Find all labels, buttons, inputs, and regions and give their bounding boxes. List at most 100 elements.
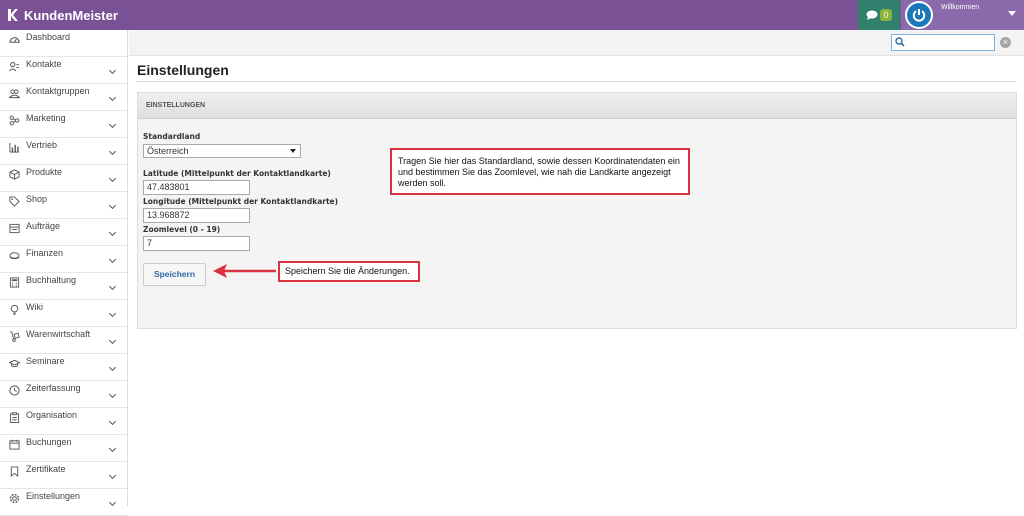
- annotation-arrow-icon: [213, 264, 276, 278]
- dashboard-icon: [9, 37, 20, 43]
- hand-truck-icon: [9, 331, 20, 342]
- chevron-down-icon[interactable]: [108, 390, 117, 399]
- sidebar-item-wiki[interactable]: Wiki: [0, 300, 127, 327]
- chevron-down-icon[interactable]: [108, 336, 117, 345]
- sidebar-item-label: Kontakte: [26, 59, 62, 69]
- sidebar-item-label: Shop: [26, 194, 48, 204]
- money-icon: [9, 252, 20, 260]
- sidebar: Dashboard Kontakte Kontaktgruppen Marketing…: [0, 30, 128, 516]
- chevron-down-icon[interactable]: [108, 201, 117, 210]
- sidebar-item-label: Zertifikate: [26, 464, 66, 474]
- chevron-down-icon[interactable]: [108, 174, 117, 183]
- sidebar-item-shop[interactable]: Shop: [0, 192, 127, 219]
- sidebar-item-label: Finanzen: [26, 248, 64, 258]
- sidebar-item-label: Warenwirtschaft: [26, 329, 91, 339]
- search-clear-icon[interactable]: ×: [1000, 37, 1011, 48]
- latitude-label: Latitude (Mittelpunkt der Kontaktlandkar…: [143, 169, 331, 178]
- sidebar-item-organisation[interactable]: Organisation: [0, 408, 127, 435]
- sidebar-item-label: Aufträge: [26, 221, 61, 231]
- page-title: Einstellungen: [137, 62, 229, 78]
- groups-icon: [9, 89, 20, 99]
- zoom-label: Zoomlevel (0 - 19): [143, 225, 221, 234]
- sub-toolbar: [129, 30, 1024, 56]
- chevron-down-icon[interactable]: [108, 228, 117, 237]
- panel-header-label: EINSTELLUNGEN: [146, 102, 206, 109]
- search-icon: [895, 37, 905, 47]
- save-button[interactable]: Speichern: [143, 263, 206, 286]
- settings-panel: EINSTELLUNGEN Standardland Österreich La…: [137, 92, 1017, 329]
- sales-chart-icon: [9, 142, 20, 153]
- chat-icon: [866, 10, 878, 20]
- sidebar-item-zeiterfassung[interactable]: Zeiterfassung: [0, 381, 127, 408]
- avatar[interactable]: [905, 1, 933, 29]
- sidebar-item-seminare[interactable]: Seminare: [0, 354, 127, 381]
- sidebar-item-label: Seminare: [26, 356, 65, 366]
- sidebar-item-label: Zeiterfassung: [26, 383, 81, 393]
- chevron-down-icon[interactable]: [108, 417, 117, 426]
- standardland-value: Österreich: [147, 146, 189, 156]
- sidebar-item-dashboard[interactable]: Dashboard: [0, 30, 127, 57]
- calendar-icon: [9, 439, 20, 450]
- chevron-down-icon[interactable]: [108, 66, 117, 75]
- chevron-down-icon[interactable]: [108, 93, 117, 102]
- chevron-down-icon[interactable]: [108, 282, 117, 291]
- sidebar-item-buchungen[interactable]: Buchungen: [0, 435, 127, 462]
- app-logo[interactable]: KundenMeister: [7, 6, 118, 24]
- longitude-label: Longitude (Mittelpunkt der Kontaktlandka…: [143, 197, 339, 206]
- sidebar-item-finanzen[interactable]: Finanzen: [0, 246, 127, 273]
- latitude-field[interactable]: 47.483801: [143, 180, 250, 195]
- sidebar-item-label: Wiki: [26, 302, 43, 312]
- chevron-down-icon[interactable]: [108, 498, 117, 507]
- chevron-down-icon[interactable]: [108, 444, 117, 453]
- orders-icon: [9, 223, 20, 234]
- marketing-icon: [9, 115, 20, 126]
- chevron-down-icon[interactable]: [108, 471, 117, 480]
- sidebar-item-label: Organisation: [26, 410, 78, 420]
- zoom-field[interactable]: 7: [143, 236, 250, 251]
- chevron-down-icon[interactable]: [108, 147, 117, 156]
- sidebar-item-label: Einstellungen: [26, 491, 81, 501]
- standardland-select[interactable]: Österreich: [143, 144, 301, 158]
- box-icon: [9, 169, 20, 180]
- sidebar-item-warenwirtschaft[interactable]: Warenwirtschaft: [0, 327, 127, 354]
- user-menu-caret-icon[interactable]: [1008, 11, 1016, 16]
- sidebar-item-vertrieb[interactable]: Vertrieb: [0, 138, 127, 165]
- sidebar-item-aufträge[interactable]: Aufträge: [0, 219, 127, 246]
- standardland-label: Standardland: [143, 132, 201, 141]
- sidebar-item-produkte[interactable]: Produkte: [0, 165, 127, 192]
- chevron-down-icon[interactable]: [108, 363, 117, 372]
- chevron-down-icon[interactable]: [108, 120, 117, 129]
- contacts-icon: [9, 62, 20, 72]
- annotation-note-fields: Tragen Sie hier das Standardland, sowie …: [390, 148, 690, 195]
- gear-icon: [9, 493, 20, 504]
- tag-icon: [9, 196, 20, 207]
- chat-button[interactable]: 0: [858, 0, 900, 30]
- sidebar-item-buchhaltung[interactable]: Buchhaltung: [0, 273, 127, 300]
- longitude-field[interactable]: 13.968872: [143, 208, 250, 223]
- user-menu[interactable]: Willkommen: [901, 0, 1024, 30]
- search-input[interactable]: [891, 34, 995, 51]
- sidebar-item-label: Kontaktgruppen: [26, 86, 90, 96]
- calculator-icon: [9, 277, 20, 288]
- sidebar-item-kontakte[interactable]: Kontakte: [0, 57, 127, 84]
- sidebar-item-zertifikate[interactable]: Zertifikate: [0, 462, 127, 489]
- lightbulb-icon: [10, 304, 19, 315]
- km-logo-icon: [8, 9, 18, 21]
- bookmark-icon: [10, 466, 19, 477]
- power-icon: [912, 9, 926, 22]
- sidebar-item-marketing[interactable]: Marketing: [0, 111, 127, 138]
- annotation-note-save: Speichern Sie die Änderungen.: [278, 261, 420, 282]
- sidebar-item-label: Dashboard: [26, 32, 71, 42]
- select-caret-icon[interactable]: [290, 149, 296, 153]
- graduation-cap-icon: [9, 359, 20, 368]
- chevron-down-icon[interactable]: [108, 255, 117, 264]
- app-name: KundenMeister: [24, 7, 118, 23]
- clipboard-icon: [9, 412, 20, 423]
- sidebar-item-label: Marketing: [26, 113, 66, 123]
- clock-icon: [9, 385, 20, 396]
- sidebar-item-kontaktgruppen[interactable]: Kontaktgruppen: [0, 84, 127, 111]
- chevron-down-icon[interactable]: [108, 309, 117, 318]
- sidebar-item-label: Buchhaltung: [26, 275, 77, 285]
- panel-header: EINSTELLUNGEN: [138, 93, 1016, 119]
- sidebar-item-einstellungen[interactable]: Einstellungen: [0, 489, 127, 516]
